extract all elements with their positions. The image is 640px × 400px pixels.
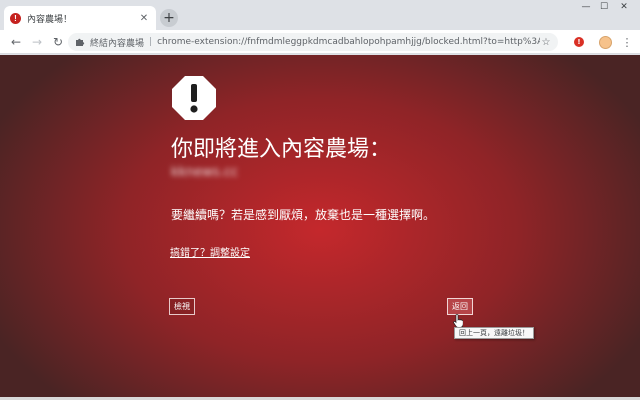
new-tab-button[interactable]: +	[160, 9, 178, 27]
maximize-icon[interactable]: ☐	[596, 0, 612, 14]
prompt-text: 要繼續嗎？若是感到厭煩，放棄也是一種選擇啊。	[171, 208, 436, 222]
profile-avatar[interactable]	[598, 35, 612, 49]
back-button-tooltip: 回上一頁，遠離垃圾！	[454, 327, 534, 339]
tab-title: 內容農場！	[27, 14, 73, 25]
extension-button[interactable]: !	[572, 35, 586, 49]
adjust-settings-link[interactable]: 搞錯了？調整設定	[170, 244, 250, 259]
menu-kebab-icon[interactable]: ⋮	[620, 35, 634, 49]
address-bar[interactable]: 終結內容農場 | chrome-extension://fnfmdmleggpk…	[68, 33, 558, 51]
url-text[interactable]: chrome-extension://fnfmdmleggpkdmcadbahl…	[157, 37, 540, 47]
reload-icon[interactable]: ↻	[50, 34, 66, 50]
tab-active[interactable]: ! 內容農場！ ✕	[4, 6, 156, 30]
puzzle-extension-icon	[74, 37, 85, 48]
close-icon[interactable]: ✕	[138, 12, 150, 24]
minimize-icon[interactable]: —	[578, 0, 594, 14]
blocked-domain: kknews.cc	[171, 165, 239, 180]
back-button[interactable]: 返回	[447, 298, 473, 315]
browser-toolbar: ← → ↻ 終結內容農場 | chrome-extension://fnfmdm…	[0, 30, 640, 54]
url-separator: |	[149, 37, 153, 47]
page-title: 你即將進入內容農場：	[171, 137, 392, 162]
view-button[interactable]: 檢視	[169, 298, 195, 315]
extension-name: 終結內容農場	[90, 38, 145, 49]
stop-sign-icon	[172, 76, 216, 120]
back-arrow-icon[interactable]: ←	[8, 34, 24, 50]
blocked-page: 你即將進入內容農場： kknews.cc 要繼續嗎？若是感到厭煩，放棄也是一種選…	[0, 55, 640, 400]
forward-arrow-icon[interactable]: →	[29, 34, 45, 50]
bookmark-star-icon[interactable]: ☆	[540, 36, 552, 48]
avatar-icon	[598, 35, 612, 49]
warning-favicon-icon: !	[10, 12, 21, 24]
alert-badge-icon: !	[574, 37, 584, 47]
hand-cursor-icon	[453, 314, 463, 328]
window-close-icon[interactable]: ✕	[616, 0, 632, 14]
tab-strip: ! 內容農場！ ✕ + — ☐ ✕	[0, 0, 640, 30]
